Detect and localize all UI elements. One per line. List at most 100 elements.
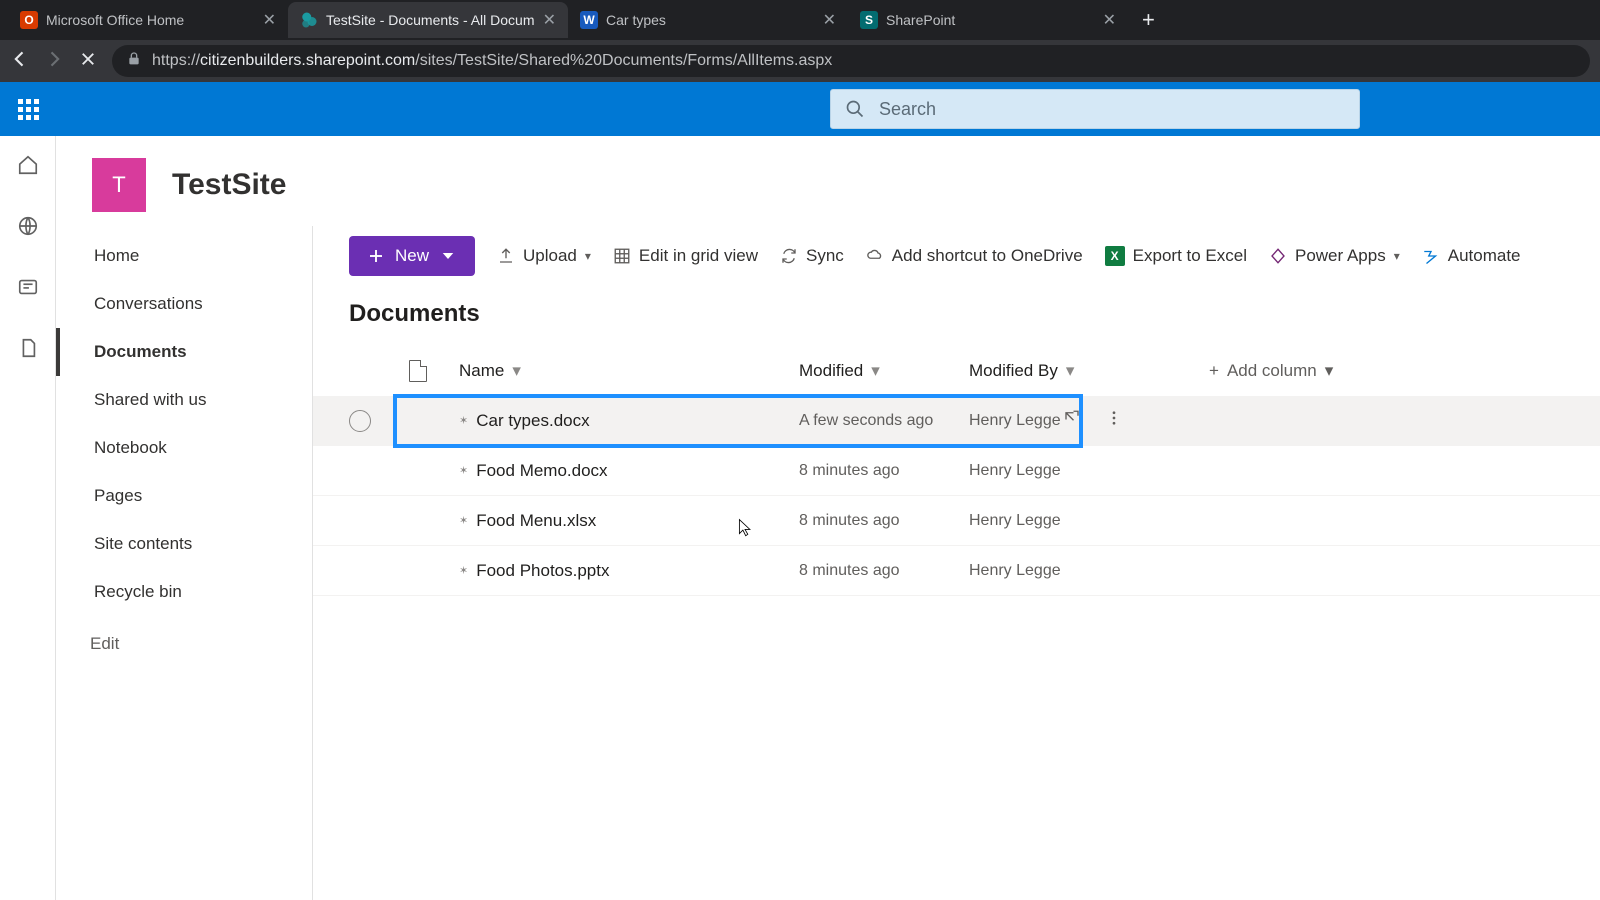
nav-documents[interactable]: Documents: [56, 328, 312, 376]
file-type-icon[interactable]: [409, 360, 427, 382]
export-excel-button[interactable]: X Export to Excel: [1105, 246, 1247, 266]
word-favicon: W: [580, 11, 598, 29]
chevron-down-icon: ▾: [871, 361, 880, 381]
command-bar: New Upload ▾ Edit in grid view Syn: [313, 226, 1600, 294]
left-nav: Home Conversations Documents Shared with…: [56, 226, 312, 900]
tab-title: SharePoint: [886, 12, 1095, 28]
plus-icon: [367, 247, 385, 265]
new-indicator-icon: ✶: [459, 464, 468, 477]
row-select[interactable]: [349, 410, 371, 432]
edit-grid-button[interactable]: Edit in grid view: [613, 246, 758, 266]
sync-button[interactable]: Sync: [780, 246, 844, 266]
power-apps-button[interactable]: Power Apps ▾: [1269, 246, 1400, 266]
new-button[interactable]: New: [349, 236, 475, 276]
site-title[interactable]: TestSite: [172, 168, 286, 202]
upload-icon: [497, 247, 515, 265]
url-text: https://citizenbuilders.sharepoint.com/s…: [152, 52, 832, 70]
browser-chrome: O Microsoft Office Home ✕ TestSite - Doc…: [0, 0, 1600, 82]
sync-icon: [780, 247, 798, 265]
list-row[interactable]: ✶Food Menu.xlsx 8 minutes ago Henry Legg…: [313, 496, 1600, 546]
chevron-down-icon: ▾: [1394, 249, 1400, 263]
add-column-button[interactable]: +Add column▾: [1209, 361, 1369, 381]
share-icon[interactable]: [1063, 409, 1081, 432]
browser-tab[interactable]: W Car types ✕: [568, 2, 848, 38]
nav-pages[interactable]: Pages: [56, 472, 312, 520]
nav-edit[interactable]: Edit: [56, 616, 312, 672]
list-row[interactable]: ✶Food Memo.docx 8 minutes ago Henry Legg…: [313, 446, 1600, 496]
document-list: Name▾ Modified▾ Modified By▾ +Add column…: [313, 346, 1600, 596]
close-icon[interactable]: ✕: [543, 10, 556, 30]
new-indicator-icon: ✶: [459, 564, 468, 577]
tab-title: TestSite - Documents - All Docum: [326, 12, 535, 28]
automate-button[interactable]: Automate: [1422, 246, 1521, 266]
column-modified-by[interactable]: Modified By▾: [969, 361, 1169, 381]
browser-tab[interactable]: O Microsoft Office Home ✕: [8, 2, 288, 38]
tab-strip: O Microsoft Office Home ✕ TestSite - Doc…: [0, 0, 1600, 40]
search-placeholder: Search: [879, 99, 936, 120]
more-icon[interactable]: [1105, 409, 1123, 432]
close-icon[interactable]: ✕: [1103, 10, 1116, 30]
list-row[interactable]: ✶Food Photos.pptx 8 minutes ago Henry Le…: [313, 546, 1600, 596]
news-icon[interactable]: [17, 276, 39, 303]
column-name[interactable]: Name▾: [459, 361, 799, 381]
site-header: T TestSite: [56, 136, 1600, 226]
powerapps-icon: [1269, 247, 1287, 265]
file-modified-by: Henry Legge: [969, 512, 1169, 530]
row-actions: [1063, 409, 1123, 432]
nav-shared-with-us[interactable]: Shared with us: [56, 376, 312, 424]
automate-icon: [1422, 247, 1440, 265]
close-icon[interactable]: ✕: [263, 10, 276, 30]
browser-tab[interactable]: S SharePoint ✕: [848, 2, 1128, 38]
search-icon: [845, 99, 865, 119]
app-body: T TestSite Home Conversations Documents …: [0, 136, 1600, 900]
suite-bar: Search: [0, 82, 1600, 136]
sharepoint-favicon: [300, 11, 318, 29]
nav-home[interactable]: Home: [56, 232, 312, 280]
browser-tab[interactable]: TestSite - Documents - All Docum ✕: [288, 2, 568, 38]
back-button[interactable]: [10, 49, 30, 74]
tab-title: Microsoft Office Home: [46, 12, 255, 28]
file-name[interactable]: ✶Car types.docx: [459, 411, 799, 431]
site-logo[interactable]: T: [92, 158, 146, 212]
new-indicator-icon: ✶: [459, 414, 468, 427]
file-name[interactable]: ✶Food Menu.xlsx: [459, 511, 799, 531]
file-modified: 8 minutes ago: [799, 562, 969, 580]
tab-title: Car types: [606, 12, 815, 28]
close-icon[interactable]: ✕: [823, 10, 836, 30]
globe-icon[interactable]: [17, 215, 39, 242]
app-launcher-icon[interactable]: [10, 91, 46, 127]
nav-recycle-bin[interactable]: Recycle bin: [56, 568, 312, 616]
office-favicon: O: [20, 11, 38, 29]
url-field[interactable]: https://citizenbuilders.sharepoint.com/s…: [112, 45, 1590, 77]
site-lower: Home Conversations Documents Shared with…: [56, 226, 1600, 900]
main-content: New Upload ▾ Edit in grid view Syn: [312, 226, 1600, 900]
chevron-down-icon: ▾: [512, 361, 521, 381]
stop-reload-button[interactable]: [78, 50, 98, 73]
global-rail: [0, 136, 56, 900]
onedrive-shortcut-icon: [866, 247, 884, 265]
chevron-down-icon: ▾: [1325, 361, 1334, 381]
nav-site-contents[interactable]: Site contents: [56, 520, 312, 568]
add-shortcut-button[interactable]: Add shortcut to OneDrive: [866, 246, 1083, 266]
files-icon[interactable]: [17, 337, 39, 364]
file-name[interactable]: ✶Food Photos.pptx: [459, 561, 799, 581]
file-modified-by: Henry Legge: [969, 462, 1169, 480]
excel-icon: X: [1105, 246, 1125, 266]
search-box[interactable]: Search: [830, 89, 1360, 129]
forward-button[interactable]: [44, 49, 64, 74]
nav-conversations[interactable]: Conversations: [56, 280, 312, 328]
column-modified[interactable]: Modified▾: [799, 361, 969, 381]
address-bar: https://citizenbuilders.sharepoint.com/s…: [0, 40, 1600, 82]
file-modified-by: Henry Legge: [969, 562, 1169, 580]
upload-button[interactable]: Upload ▾: [497, 246, 591, 266]
new-tab-button[interactable]: +: [1128, 7, 1169, 33]
file-modified: A few seconds ago: [799, 412, 969, 430]
list-row[interactable]: ✶Car types.docx A few seconds ago Henry …: [313, 396, 1600, 446]
file-modified: 8 minutes ago: [799, 512, 969, 530]
home-icon[interactable]: [17, 154, 39, 181]
site-area: T TestSite Home Conversations Documents …: [56, 136, 1600, 900]
chevron-down-icon: ▾: [1066, 361, 1075, 381]
nav-notebook[interactable]: Notebook: [56, 424, 312, 472]
chevron-down-icon: [439, 247, 457, 265]
file-name[interactable]: ✶Food Memo.docx: [459, 461, 799, 481]
